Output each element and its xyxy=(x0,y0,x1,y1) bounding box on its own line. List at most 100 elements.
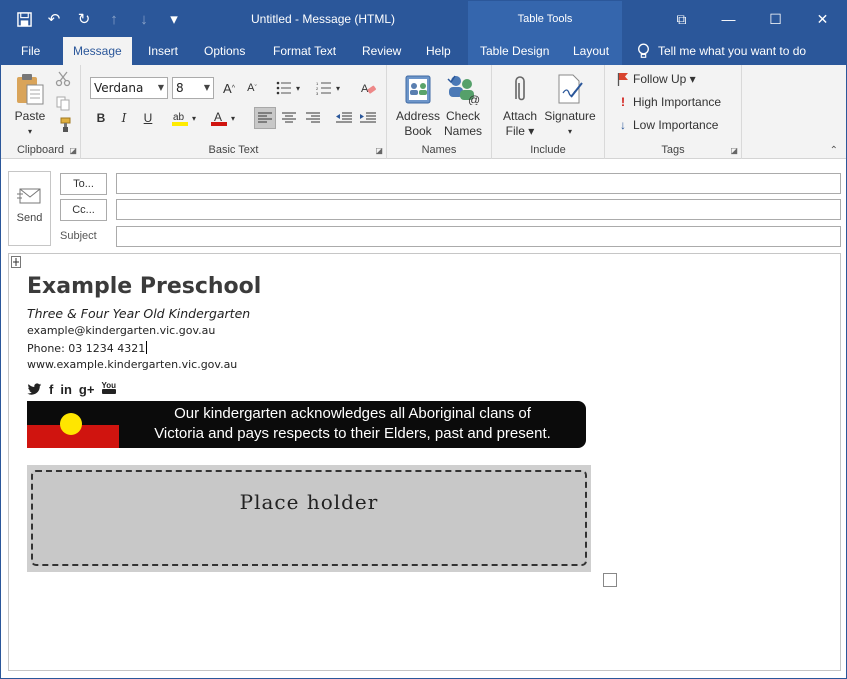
send-icon xyxy=(16,186,43,206)
signature-button[interactable]: Signature ▾ xyxy=(542,71,598,139)
copy-icon[interactable] xyxy=(55,95,71,111)
ribbon-tab-row: File Message Insert Options Format Text … xyxy=(1,37,846,65)
address-book-icon xyxy=(401,71,435,107)
tab-insert[interactable]: Insert xyxy=(138,37,188,65)
high-importance-icon: ! xyxy=(621,95,625,109)
signature-email[interactable]: example@kindergarten.vic.gov.au xyxy=(27,324,215,337)
basic-text-launcher-icon[interactable]: ◪ xyxy=(375,146,383,155)
table-resize-handle[interactable] xyxy=(603,573,617,587)
cc-button[interactable]: Cc... xyxy=(60,199,107,221)
paste-label: Paste xyxy=(14,109,46,123)
font-size-combo[interactable]: 8 ▼ xyxy=(172,77,214,99)
next-item-icon[interactable]: ↓ xyxy=(131,7,157,31)
googleplus-icon[interactable]: g+ xyxy=(79,382,95,397)
signature-label-1: Signature xyxy=(544,109,596,123)
low-importance-button[interactable]: ↓ Low Importance xyxy=(617,118,718,132)
align-right-icon[interactable] xyxy=(302,107,324,129)
minimize-button[interactable]: — xyxy=(705,1,752,37)
signature-subtitle: Three & Four Year Old Kindergarten xyxy=(27,306,251,321)
lightbulb-icon xyxy=(638,43,649,58)
basic-text-group-label: Basic Text xyxy=(208,144,259,156)
subject-field[interactable] xyxy=(116,226,841,247)
svg-text:A: A xyxy=(361,83,369,95)
grow-font-icon[interactable]: A ^ xyxy=(218,77,240,99)
tab-layout[interactable]: Layout xyxy=(563,37,619,65)
linkedin-icon[interactable]: in xyxy=(60,382,72,397)
bold-button[interactable]: B xyxy=(90,107,112,129)
bullets-dropdown-icon[interactable]: ▾ xyxy=(293,77,303,99)
facebook-icon[interactable]: f xyxy=(49,382,53,397)
check-names-label-1: Check xyxy=(445,109,480,123)
signature-website[interactable]: www.example.kindergarten.vic.gov.au xyxy=(27,358,237,371)
clipboard-group: Paste ▾ Clipboard ◪ xyxy=(1,65,81,159)
highlight-icon[interactable]: ab xyxy=(169,107,191,129)
placeholder-image[interactable]: Place holder xyxy=(27,465,591,572)
paste-button[interactable]: Paste ▾ xyxy=(7,71,53,139)
tab-format-text[interactable]: Format Text xyxy=(263,37,346,65)
address-book-button[interactable]: Address Book xyxy=(395,71,441,139)
maximize-button[interactable]: ☐ xyxy=(752,1,799,37)
title-bar: ↶ ↻ ↑ ↓ ▾ Table Tools Untitled - Message… xyxy=(1,1,846,37)
tags-group-label: Tags xyxy=(661,144,685,156)
check-names-button[interactable]: @ Check Names xyxy=(439,71,487,139)
font-color-icon[interactable]: A xyxy=(208,107,230,129)
customize-qat-icon[interactable]: ▾ xyxy=(161,7,187,31)
youtube-icon[interactable]: You xyxy=(101,382,116,396)
names-group-label: Names xyxy=(421,144,457,156)
italic-button[interactable]: I xyxy=(113,107,135,129)
send-button[interactable]: Send xyxy=(8,171,51,246)
check-names-icon: @ xyxy=(446,71,480,107)
subject-label: Subject xyxy=(60,230,97,242)
high-importance-button[interactable]: ! High Importance xyxy=(617,95,721,109)
align-left-icon[interactable] xyxy=(254,107,276,129)
flag-icon xyxy=(617,73,628,86)
decrease-indent-icon[interactable] xyxy=(333,107,355,129)
placeholder-text: Place holder xyxy=(239,490,379,514)
address-book-label-2: Book xyxy=(404,124,432,138)
undo-icon[interactable]: ↶ xyxy=(41,7,67,31)
tab-options[interactable]: Options xyxy=(194,37,255,65)
increase-indent-icon[interactable] xyxy=(357,107,379,129)
to-field[interactable] xyxy=(116,173,841,194)
format-painter-icon[interactable] xyxy=(55,117,71,133)
to-button[interactable]: To... xyxy=(60,173,107,195)
cc-field[interactable] xyxy=(116,199,841,220)
message-body[interactable]: Example Preschool Three & Four Year Old … xyxy=(8,253,841,671)
include-group-label: Include xyxy=(530,144,566,156)
placeholder-frame: Place holder xyxy=(31,470,587,566)
svg-text:3: 3 xyxy=(316,91,319,95)
previous-item-icon[interactable]: ↑ xyxy=(101,7,127,31)
bullets-icon[interactable] xyxy=(273,77,295,99)
numbering-icon[interactable]: 123 xyxy=(313,77,335,99)
collapse-ribbon-icon[interactable]: ⌃ xyxy=(830,145,838,156)
window-controls: ⧉ — ☐ ✕ xyxy=(658,1,846,37)
shrink-font-icon[interactable]: Aˇ xyxy=(241,77,263,99)
follow-up-label: Follow Up ▾ xyxy=(633,72,696,86)
font-name-combo[interactable]: Verdana ▼ xyxy=(90,77,168,99)
cut-icon[interactable] xyxy=(55,71,71,87)
ribbon-display-options-icon[interactable]: ⧉ xyxy=(658,1,705,37)
tab-review[interactable]: Review xyxy=(352,37,411,65)
save-icon[interactable] xyxy=(11,7,37,31)
tags-launcher-icon[interactable]: ◪ xyxy=(730,146,738,155)
follow-up-button[interactable]: Follow Up ▾ xyxy=(617,72,696,86)
clear-formatting-icon[interactable]: A xyxy=(358,77,380,99)
close-button[interactable]: ✕ xyxy=(799,1,846,37)
table-move-handle-icon[interactable] xyxy=(11,256,21,268)
numbering-dropdown-icon[interactable]: ▾ xyxy=(333,77,343,99)
redo-icon[interactable]: ↻ xyxy=(71,7,97,31)
underline-button[interactable]: U xyxy=(137,107,159,129)
tab-message[interactable]: Message xyxy=(63,37,132,65)
tell-me-box[interactable]: Tell me what you want to do xyxy=(637,37,806,65)
tab-table-design[interactable]: Table Design xyxy=(470,37,559,65)
font-color-dropdown-icon[interactable]: ▾ xyxy=(228,107,238,129)
clipboard-launcher-icon[interactable]: ◪ xyxy=(69,146,77,155)
svg-text:@: @ xyxy=(468,93,480,105)
twitter-icon[interactable] xyxy=(27,382,42,396)
attach-file-button[interactable]: Attach File ▾ xyxy=(498,71,542,139)
tab-file[interactable]: File xyxy=(11,37,50,65)
highlight-dropdown-icon[interactable]: ▾ xyxy=(189,107,199,129)
tab-help[interactable]: Help xyxy=(416,37,461,65)
aboriginal-flag-icon xyxy=(27,401,119,448)
align-center-icon[interactable] xyxy=(278,107,300,129)
